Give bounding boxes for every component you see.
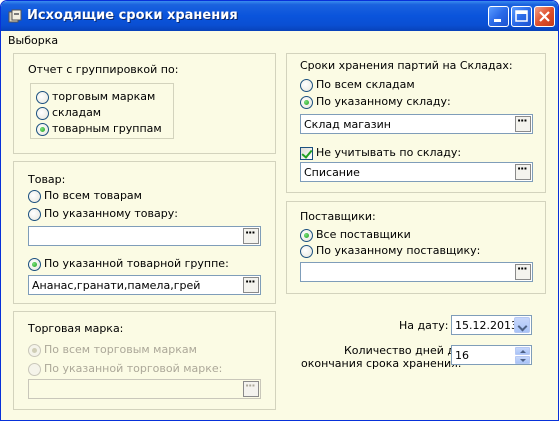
grouping-option-label: торговым маркам xyxy=(52,90,156,103)
storage-group: Сроки хранения партий на Складах: По все… xyxy=(286,53,546,193)
radio-icon xyxy=(300,79,313,92)
product-all-label: По всем товарам xyxy=(44,189,142,202)
grouping-group: Отчет с группировкой по: торговым маркам… xyxy=(13,53,276,154)
radio-icon xyxy=(28,208,41,221)
date-picker[interactable]: 15.12.2013 xyxy=(451,315,532,335)
days-label-line2: окончания срока хранения: xyxy=(301,357,462,370)
minimize-icon xyxy=(494,19,501,22)
grouping-option-label: товарным группам xyxy=(52,122,162,135)
ignore-warehouse-browse-button[interactable] xyxy=(515,162,531,180)
close-button[interactable] xyxy=(534,6,555,27)
suppliers-specific-label: По указанному поставщику: xyxy=(316,244,481,257)
chevron-down-icon[interactable] xyxy=(514,317,530,333)
suppliers-all-label: Все поставщики xyxy=(316,228,411,241)
radio-icon xyxy=(36,91,49,104)
product-group-field[interactable]: Ананас,гранати,памела,грей xyxy=(28,275,261,295)
product-group-browse-button[interactable] xyxy=(243,275,259,293)
main-window: Исходящие сроки хранения Выборка Отчет с… xyxy=(0,0,559,421)
spin-up-icon[interactable] xyxy=(515,347,530,355)
suppliers-caption: Поставщики: xyxy=(300,210,376,223)
product-specific-label: По указанному товару: xyxy=(44,207,178,220)
ignore-warehouse-label: Не учитывать по складу: xyxy=(316,146,462,159)
storage-caption: Сроки хранения партий на Складах: xyxy=(300,59,513,72)
radio-icon xyxy=(300,96,313,109)
brand-specific-label: По указанной торговой марке: xyxy=(44,362,223,375)
ignore-warehouse-value: Списание xyxy=(304,166,360,179)
radio-icon xyxy=(28,258,41,271)
radio-icon xyxy=(300,229,313,242)
radio-icon xyxy=(28,190,41,203)
title-bar[interactable]: Исходящие сроки хранения xyxy=(1,1,558,31)
product-group-value: Ананас,гранати,памела,грей xyxy=(32,279,201,292)
radio-icon xyxy=(28,363,41,376)
warehouse-field[interactable]: Склад магазин xyxy=(300,114,533,134)
maximize-button[interactable] xyxy=(511,6,532,27)
brand-browse-button[interactable] xyxy=(243,379,259,397)
radio-icon xyxy=(28,344,41,357)
product-field[interactable] xyxy=(28,226,261,246)
minimize-button[interactable] xyxy=(488,6,509,27)
radio-icon xyxy=(36,107,49,120)
supplier-field[interactable] xyxy=(300,262,533,282)
product-caption: Товар: xyxy=(28,173,66,186)
warehouse-value: Склад магазин xyxy=(304,118,391,131)
days-spinner[interactable]: 16 xyxy=(451,345,532,365)
storage-specific-label: По указанному складу: xyxy=(316,95,451,108)
days-value: 16 xyxy=(455,349,469,362)
grouping-option-label: складам xyxy=(52,106,102,119)
days-label-line1: Количество дней до xyxy=(344,344,462,357)
storage-all-label: По всем складам xyxy=(316,78,415,91)
product-group-label: По указанной товарной группе: xyxy=(44,257,229,270)
window-title: Исходящие сроки хранения xyxy=(27,8,238,23)
brand-caption: Торговая марка: xyxy=(28,322,124,335)
radio-icon xyxy=(36,123,49,136)
maximize-icon xyxy=(515,10,528,22)
product-browse-button[interactable] xyxy=(243,226,259,244)
warehouse-browse-button[interactable] xyxy=(515,114,531,132)
brand-field[interactable] xyxy=(28,379,261,399)
grouping-caption: Отчет с группировкой по: xyxy=(28,63,179,76)
app-icon xyxy=(8,9,22,23)
spin-down-icon[interactable] xyxy=(515,356,530,364)
menu-item-selection[interactable]: Выборка xyxy=(8,34,58,47)
product-group: Товар: По всем товарам По указанному тов… xyxy=(13,161,276,304)
menu-bar: Выборка xyxy=(1,31,558,49)
supplier-browse-button[interactable] xyxy=(515,262,531,280)
date-value: 15.12.2013 xyxy=(455,319,518,332)
suppliers-group: Поставщики: Все поставщики По указанному… xyxy=(286,201,546,294)
close-icon xyxy=(539,11,550,22)
radio-icon xyxy=(300,245,313,258)
ignore-warehouse-field[interactable]: Списание xyxy=(300,162,533,182)
brand-all-label: По всем торговым маркам xyxy=(44,343,197,356)
brand-group: Торговая марка: По всем торговым маркам … xyxy=(13,311,276,410)
checkbox-icon xyxy=(300,147,313,160)
date-label: На дату: xyxy=(399,319,449,332)
